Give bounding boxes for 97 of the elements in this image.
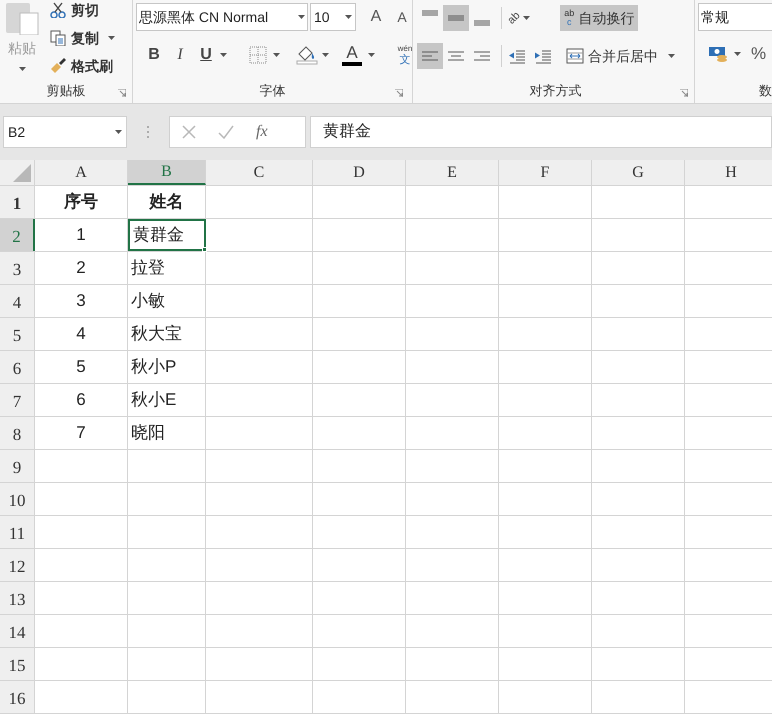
table-cell-text: 秋小P	[130, 356, 178, 378]
caret-icon	[298, 15, 305, 19]
table-cell-text: 晓阳	[130, 422, 166, 444]
column-header[interactable]: H	[685, 160, 772, 185]
column-header[interactable]: E	[406, 160, 499, 185]
scissors-icon	[50, 2, 66, 18]
borders-icon[interactable]	[249, 46, 267, 64]
table-cell-text: 3	[75, 290, 87, 312]
row-header[interactable]: 15	[0, 648, 35, 680]
caret-icon	[322, 53, 329, 57]
decrease-indent-icon[interactable]	[508, 48, 526, 64]
merge-center-button[interactable]: 合并后居中	[566, 46, 675, 66]
row-header[interactable]: 12	[0, 549, 35, 581]
font-size-dropdown[interactable]: 10	[310, 3, 356, 31]
caret-icon	[668, 54, 675, 58]
check-icon[interactable]	[218, 125, 234, 139]
row-header[interactable]: 2	[0, 219, 35, 251]
row-header[interactable]: 13	[0, 582, 35, 614]
row-header[interactable]: 1	[0, 186, 35, 218]
fill-color-icon[interactable]	[296, 45, 318, 65]
increase-indent-icon[interactable]	[534, 48, 552, 64]
increase-font-button[interactable]: A	[366, 5, 386, 29]
fill-handle[interactable]	[202, 247, 207, 252]
launcher-icon[interactable]	[680, 89, 688, 97]
caret-icon	[108, 36, 115, 40]
row-header[interactable]: 5	[0, 318, 35, 350]
column-header[interactable]: B	[128, 160, 206, 185]
font-color-button[interactable]: A	[341, 44, 363, 66]
caret-icon	[523, 16, 530, 20]
row-header[interactable]: 11	[0, 516, 35, 548]
row-header[interactable]: 3	[0, 252, 35, 284]
row-header[interactable]: 6	[0, 351, 35, 383]
phonetic-guide-button[interactable]: wén 文	[395, 44, 412, 66]
caret-icon	[18, 67, 26, 71]
decrease-font-button[interactable]: A	[392, 6, 412, 28]
caret-icon	[734, 52, 741, 56]
middle-align-button[interactable]	[443, 5, 469, 31]
table-cell-text: 黄群金	[132, 224, 185, 246]
group-label: 对齐方式	[530, 82, 582, 100]
row-header[interactable]: 8	[0, 417, 35, 449]
align-icon	[448, 51, 464, 61]
ribbon-button[interactable]: 剪切	[50, 0, 115, 21]
table-cell-text: 7	[75, 422, 87, 444]
underline-button[interactable]: U	[194, 43, 218, 67]
caret-icon	[273, 53, 280, 57]
align-icon	[422, 51, 438, 61]
table-cell-text: 4	[75, 323, 87, 346]
caret-icon	[220, 53, 227, 57]
column-header[interactable]: F	[499, 160, 592, 185]
align-icon	[474, 51, 490, 61]
formula-field[interactable]: 黄群金	[310, 116, 772, 148]
table-cell-text: 5	[75, 356, 87, 378]
row-header[interactable]: 7	[0, 384, 35, 416]
font-name-dropdown[interactable]: 思源黑体 CN Normal	[136, 3, 308, 31]
selected-cell[interactable]: 黄群金	[128, 219, 206, 251]
launcher-icon[interactable]	[118, 89, 126, 97]
caret-icon	[368, 53, 375, 57]
caret-icon	[345, 15, 352, 19]
table-cell-text: 1	[75, 224, 87, 246]
copy-icon	[50, 30, 66, 46]
row-header[interactable]: 9	[0, 450, 35, 482]
group-label: 字体	[260, 82, 286, 100]
table-cell-text: 姓名	[148, 191, 184, 214]
percent-button[interactable]: %	[751, 41, 766, 66]
ribbon-button[interactable]: 格式刷	[50, 55, 115, 77]
row-header[interactable]: 14	[0, 615, 35, 647]
insert-function-button[interactable]: fx	[256, 120, 268, 144]
group-label: 数	[759, 82, 772, 100]
table-cell-text: 秋小E	[130, 389, 178, 412]
group-label: 剪贴板	[46, 82, 86, 100]
caret-icon	[115, 130, 122, 134]
orientation-button[interactable]: ab	[508, 10, 530, 26]
table-cell-text: 小敏	[130, 290, 166, 312]
ribbon-button[interactable]: 复制	[50, 27, 115, 49]
table-cell-text: 2	[75, 257, 87, 280]
align-icon	[448, 15, 464, 21]
column-header[interactable]: C	[206, 160, 313, 185]
launcher-icon[interactable]	[395, 89, 403, 97]
italic-button[interactable]: I	[168, 43, 192, 67]
table-cell-text: 序号	[62, 191, 99, 214]
table-cell-text: 拉登	[130, 257, 166, 280]
table-cell-text: 6	[75, 389, 87, 412]
number-format-dropdown[interactable]: 常规	[698, 3, 772, 31]
row-header[interactable]: 4	[0, 285, 35, 317]
name-box[interactable]: B2	[3, 116, 127, 148]
column-header[interactable]: D	[313, 160, 406, 185]
row-header[interactable]: 10	[0, 483, 35, 515]
merge-icon	[566, 48, 584, 64]
currency-icon[interactable]	[708, 44, 728, 63]
column-header[interactable]: G	[592, 160, 685, 185]
left-align-button[interactable]	[417, 43, 443, 69]
table-cell-text: 秋大宝	[130, 323, 183, 346]
row-header[interactable]: 16	[0, 681, 35, 713]
brush-icon	[50, 58, 66, 74]
align-icon	[474, 20, 490, 26]
bold-button[interactable]: B	[142, 43, 166, 67]
align-icon	[422, 10, 438, 16]
